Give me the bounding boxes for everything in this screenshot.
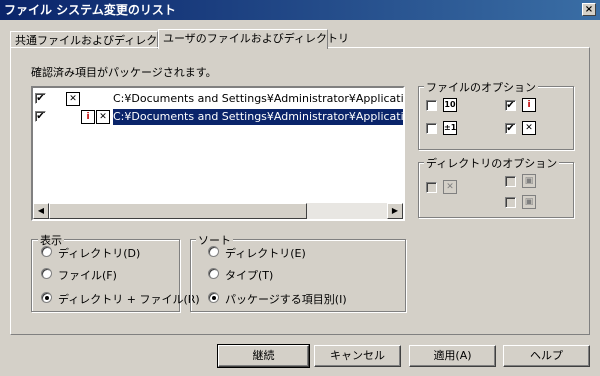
file-change-list[interactable]: ✔ ✕ C:¥Documents and Settings¥Administra…: [31, 86, 405, 221]
help-button[interactable]: ヘルプ: [503, 345, 590, 367]
display-option-label: ディレクトリ + ファイル(R): [58, 293, 200, 306]
display-radio-file[interactable]: [41, 268, 52, 279]
x-icon: ✕: [443, 180, 457, 194]
directory-option-checkbox: [505, 197, 516, 208]
instruction-text: 確認済み項目がパッケージされます。: [31, 66, 217, 79]
x-icon: ✕: [522, 121, 536, 135]
info-icon: i: [81, 110, 95, 124]
list-item[interactable]: ✔ ✕ C:¥Documents and Settings¥Administra…: [33, 90, 403, 108]
file-options-title: ファイルのオプション: [424, 79, 538, 95]
sort-option-label: パッケージする項目別(I): [225, 293, 347, 306]
x-icon: ✕: [66, 92, 80, 106]
window-title: ファイル システム変更のリスト: [4, 3, 176, 17]
file-options-group: [418, 86, 574, 150]
row-checkbox[interactable]: ✔: [35, 111, 46, 122]
continue-button[interactable]: 継続: [217, 344, 310, 368]
display-option-label: ディレクトリ(D): [58, 247, 141, 260]
close-button[interactable]: ×: [582, 3, 596, 16]
scroll-thumb[interactable]: [49, 203, 307, 219]
scroll-left-icon[interactable]: ◀: [33, 203, 49, 219]
display-radio-both[interactable]: [41, 292, 52, 303]
date-icon: ±1: [443, 121, 457, 135]
list-item[interactable]: ✔ i ✕ C:¥Documents and Settings¥Administ…: [33, 108, 403, 126]
display-radio-directory[interactable]: [41, 246, 52, 257]
row-path: C:¥Documents and Settings¥Administrator¥…: [113, 92, 405, 105]
display-option-label: ファイル(F): [58, 269, 117, 282]
cancel-button[interactable]: キャンセル: [314, 345, 401, 367]
sort-radio-type[interactable]: [208, 268, 219, 279]
title-bar[interactable]: ファイル システム変更のリスト ×: [0, 0, 600, 20]
directory-option-checkbox: [505, 176, 516, 187]
horizontal-scrollbar[interactable]: ◀ ▶: [33, 203, 403, 219]
apply-button[interactable]: 適用(A): [409, 345, 496, 367]
sort-option-label: ディレクトリ(E): [225, 247, 306, 260]
version-icon: 10: [443, 98, 457, 112]
row-checkbox[interactable]: ✔: [35, 93, 46, 104]
directory-options-title: ディレクトリのオプション: [424, 155, 560, 171]
sort-radio-directory[interactable]: [208, 246, 219, 257]
folder-icon: ▣: [522, 195, 536, 209]
sort-option-label: タイプ(T): [225, 269, 274, 282]
row-path-selected: C:¥Documents and Settings¥Administrator¥…: [113, 109, 403, 125]
sort-radio-package[interactable]: [208, 292, 219, 303]
x-icon: ✕: [96, 110, 110, 124]
folder-icon: ▣: [522, 174, 536, 188]
info-icon: i: [522, 98, 536, 112]
directory-option-checkbox: [426, 182, 437, 193]
file-option-checkbox[interactable]: [426, 123, 437, 134]
scroll-right-icon[interactable]: ▶: [387, 203, 403, 219]
tab-user-files[interactable]: ユーザのファイルおよびディレクトリ: [158, 29, 349, 49]
file-option-checkbox[interactable]: ✔: [505, 100, 516, 111]
file-option-checkbox[interactable]: [426, 100, 437, 111]
file-option-checkbox[interactable]: ✔: [505, 123, 516, 134]
